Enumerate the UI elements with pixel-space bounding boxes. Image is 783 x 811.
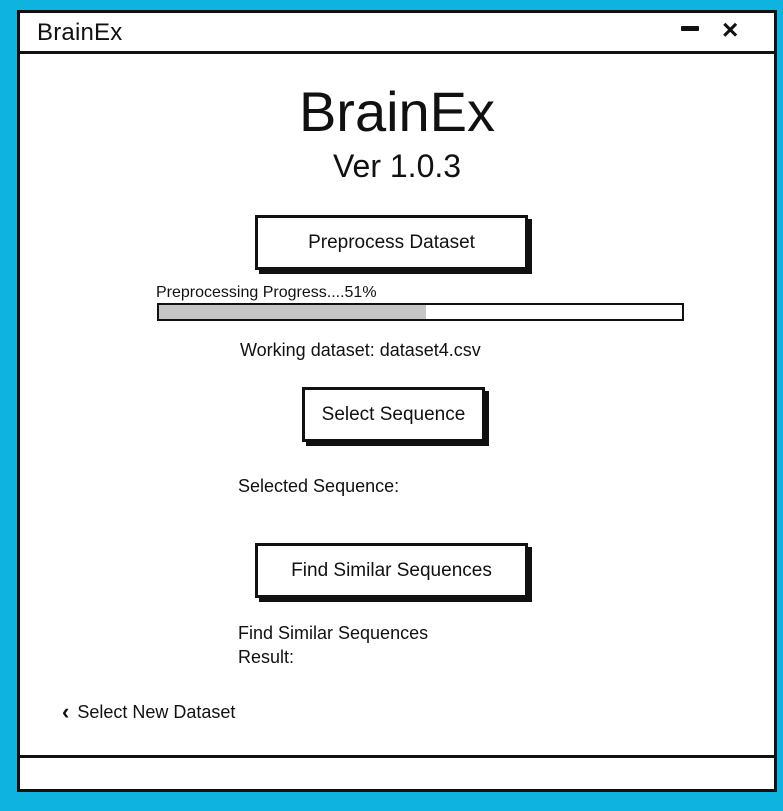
progress-bar-fill <box>159 305 426 319</box>
preprocess-dataset-button[interactable]: Preprocess Dataset <box>255 215 528 270</box>
status-bar <box>20 755 774 789</box>
find-similar-sequences-button[interactable]: Find Similar Sequences <box>255 543 528 598</box>
window-title: BrainEx <box>37 19 123 46</box>
select-new-dataset-link[interactable]: ‹ Select New Dataset <box>62 701 235 723</box>
minimize-icon[interactable] <box>681 26 699 31</box>
select-sequence-button[interactable]: Select Sequence <box>302 387 485 442</box>
title-bar: BrainEx × <box>20 13 774 54</box>
working-dataset-label: Working dataset: dataset4.csv <box>240 340 481 360</box>
find-similar-result-label: Find Similar Sequences Result: <box>238 623 429 667</box>
progress-label: Preprocessing Progress....51% <box>156 284 377 301</box>
selected-sequence-label: Selected Sequence: <box>238 476 400 496</box>
app-title: BrainEx <box>298 80 496 143</box>
app-version: Ver 1.0.3 <box>332 148 462 184</box>
chevron-left-icon: ‹ <box>62 699 70 724</box>
progress-bar <box>157 303 684 321</box>
close-icon[interactable]: × <box>722 10 738 50</box>
app-window: BrainEx × BrainEx Ver 1.0.3 Preprocess D… <box>17 10 777 792</box>
select-new-dataset-label: Select New Dataset <box>77 701 236 722</box>
